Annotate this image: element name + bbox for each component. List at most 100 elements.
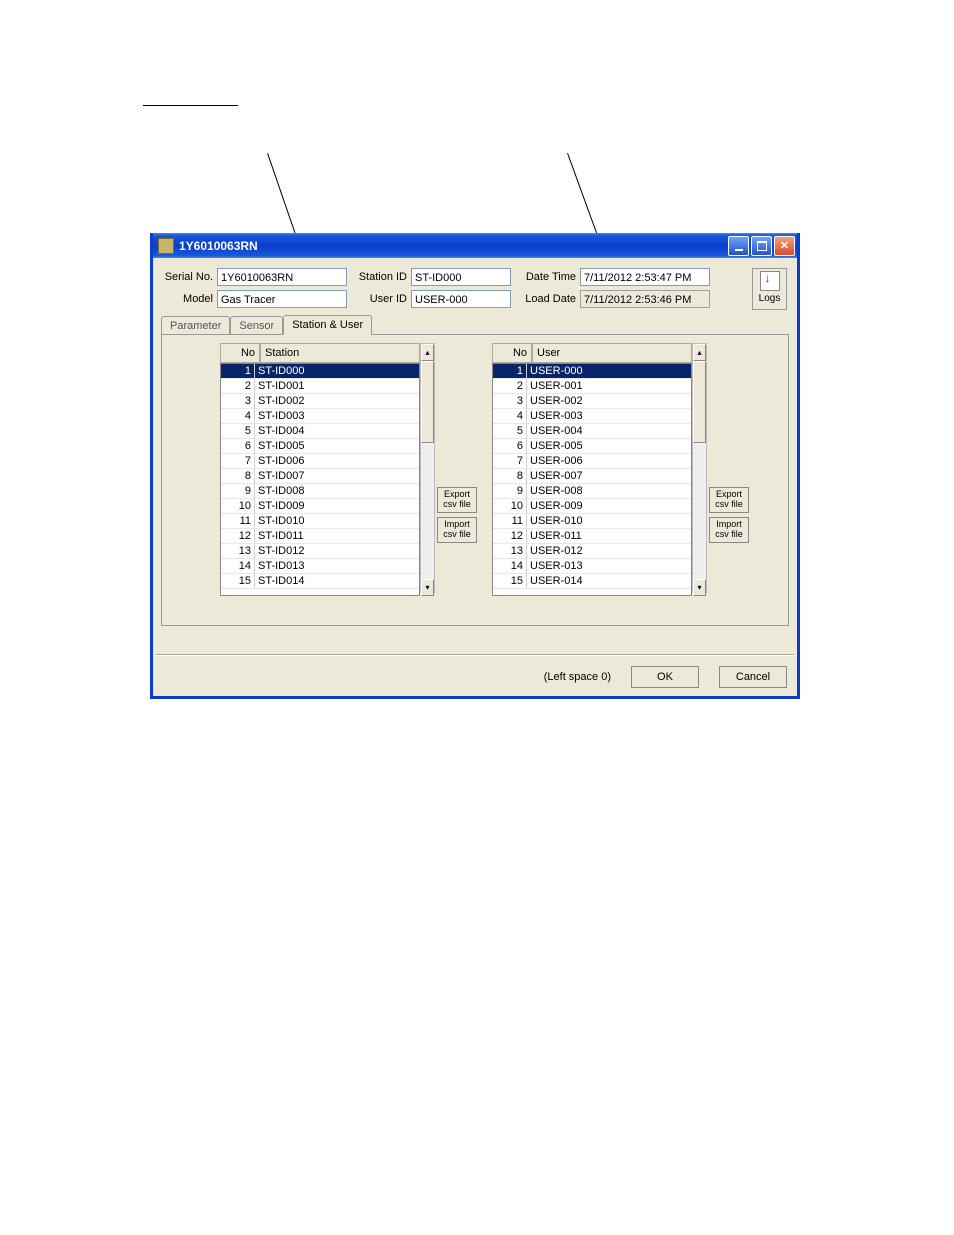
row-number: 12	[221, 529, 255, 544]
station-row[interactable]: 10ST-ID009	[221, 499, 419, 514]
station-row[interactable]: 7ST-ID006	[221, 454, 419, 469]
row-number: 1	[221, 364, 255, 379]
user-row[interactable]: 8USER-007	[493, 469, 691, 484]
user-row[interactable]: 10USER-009	[493, 499, 691, 514]
station-import-button[interactable]: Importcsv file	[437, 517, 477, 543]
user-row[interactable]: 13USER-012	[493, 544, 691, 559]
station-row[interactable]: 4ST-ID003	[221, 409, 419, 424]
station-row[interactable]: 2ST-ID001	[221, 379, 419, 394]
scroll-up-icon[interactable]: ▴	[421, 344, 434, 361]
row-value: ST-ID001	[255, 379, 419, 394]
station-row[interactable]: 14ST-ID013	[221, 559, 419, 574]
user-row[interactable]: 5USER-004	[493, 424, 691, 439]
row-value: ST-ID012	[255, 544, 419, 559]
row-value: USER-009	[527, 499, 691, 514]
titlebar[interactable]: 1Y6010063RN	[153, 233, 797, 258]
user-row[interactable]: 2USER-001	[493, 379, 691, 394]
row-value: ST-ID006	[255, 454, 419, 469]
user-col-no[interactable]: No	[492, 343, 532, 363]
tab-station-user[interactable]: Station & User	[283, 315, 372, 335]
user-row[interactable]: 15USER-014	[493, 574, 691, 589]
row-number: 4	[221, 409, 255, 424]
logs-button[interactable]: Logs	[752, 268, 787, 310]
row-value: ST-ID009	[255, 499, 419, 514]
scroll-down-icon[interactable]: ▾	[693, 579, 706, 596]
station-row[interactable]: 15ST-ID014	[221, 574, 419, 589]
cancel-button[interactable]: Cancel	[719, 666, 787, 688]
user-col-val[interactable]: User	[532, 343, 692, 363]
row-number: 1	[493, 364, 527, 379]
row-value: ST-ID002	[255, 394, 419, 409]
close-button[interactable]	[774, 236, 795, 256]
station-id-label: Station ID	[347, 271, 411, 283]
tab-parameter[interactable]: Parameter	[161, 316, 230, 335]
station-row[interactable]: 8ST-ID007	[221, 469, 419, 484]
user-row[interactable]: 3USER-002	[493, 394, 691, 409]
scroll-down-icon[interactable]: ▾	[421, 579, 434, 596]
station-row[interactable]: 1ST-ID000	[221, 364, 419, 379]
user-import-button[interactable]: Importcsv file	[709, 517, 749, 543]
tab-panel: No Station 1ST-ID0002ST-ID0013ST-ID0024S…	[161, 334, 789, 626]
row-number: 3	[493, 394, 527, 409]
row-value: ST-ID007	[255, 469, 419, 484]
station-col-no[interactable]: No	[220, 343, 260, 363]
ok-button[interactable]: OK	[631, 666, 699, 688]
row-value: ST-ID008	[255, 484, 419, 499]
row-value: ST-ID000	[255, 364, 419, 379]
row-value: ST-ID004	[255, 424, 419, 439]
row-number: 7	[493, 454, 527, 469]
station-row[interactable]: 3ST-ID002	[221, 394, 419, 409]
user-id-field[interactable]: USER-000	[411, 290, 511, 308]
row-number: 6	[493, 439, 527, 454]
model-field[interactable]: Gas Tracer	[217, 290, 347, 308]
user-scrollbar[interactable]: ▴ ▾	[692, 343, 707, 593]
station-row[interactable]: 11ST-ID010	[221, 514, 419, 529]
user-row[interactable]: 9USER-008	[493, 484, 691, 499]
station-row[interactable]: 6ST-ID005	[221, 439, 419, 454]
station-row[interactable]: 13ST-ID012	[221, 544, 419, 559]
row-value: USER-006	[527, 454, 691, 469]
user-row[interactable]: 11USER-010	[493, 514, 691, 529]
user-row[interactable]: 7USER-006	[493, 454, 691, 469]
row-number: 11	[493, 514, 527, 529]
user-id-label: User ID	[347, 293, 411, 305]
station-col-val[interactable]: Station	[260, 343, 420, 363]
user-row[interactable]: 14USER-013	[493, 559, 691, 574]
station-row[interactable]: 12ST-ID011	[221, 529, 419, 544]
row-number: 13	[493, 544, 527, 559]
station-scrollbar[interactable]: ▴ ▾	[420, 343, 435, 593]
row-number: 7	[221, 454, 255, 469]
row-value: USER-004	[527, 424, 691, 439]
row-value: USER-007	[527, 469, 691, 484]
row-value: ST-ID010	[255, 514, 419, 529]
user-row[interactable]: 4USER-003	[493, 409, 691, 424]
row-value: USER-003	[527, 409, 691, 424]
user-row[interactable]: 6USER-005	[493, 439, 691, 454]
row-number: 2	[221, 379, 255, 394]
row-number: 14	[493, 559, 527, 574]
row-number: 4	[493, 409, 527, 424]
row-number: 13	[221, 544, 255, 559]
app-icon	[158, 238, 174, 254]
user-row[interactable]: 1USER-000	[493, 364, 691, 379]
station-id-field[interactable]: ST-ID000	[411, 268, 511, 286]
datetime-field[interactable]: 7/11/2012 2:53:47 PM	[580, 268, 710, 286]
row-number: 14	[221, 559, 255, 574]
row-value: USER-005	[527, 439, 691, 454]
station-row[interactable]: 9ST-ID008	[221, 484, 419, 499]
row-value: ST-ID014	[255, 574, 419, 589]
row-value: USER-012	[527, 544, 691, 559]
user-row[interactable]: 12USER-011	[493, 529, 691, 544]
scroll-up-icon[interactable]: ▴	[693, 344, 706, 361]
station-row[interactable]: 5ST-ID004	[221, 424, 419, 439]
maximize-button[interactable]	[751, 236, 772, 256]
row-value: ST-ID003	[255, 409, 419, 424]
minimize-button[interactable]	[728, 236, 749, 256]
serial-field[interactable]: 1Y6010063RN	[217, 268, 347, 286]
tab-sensor[interactable]: Sensor	[230, 316, 283, 335]
row-number: 5	[221, 424, 255, 439]
row-value: USER-013	[527, 559, 691, 574]
model-label: Model	[161, 293, 217, 305]
user-export-button[interactable]: Exportcsv file	[709, 487, 749, 513]
station-export-button[interactable]: Exportcsv file	[437, 487, 477, 513]
